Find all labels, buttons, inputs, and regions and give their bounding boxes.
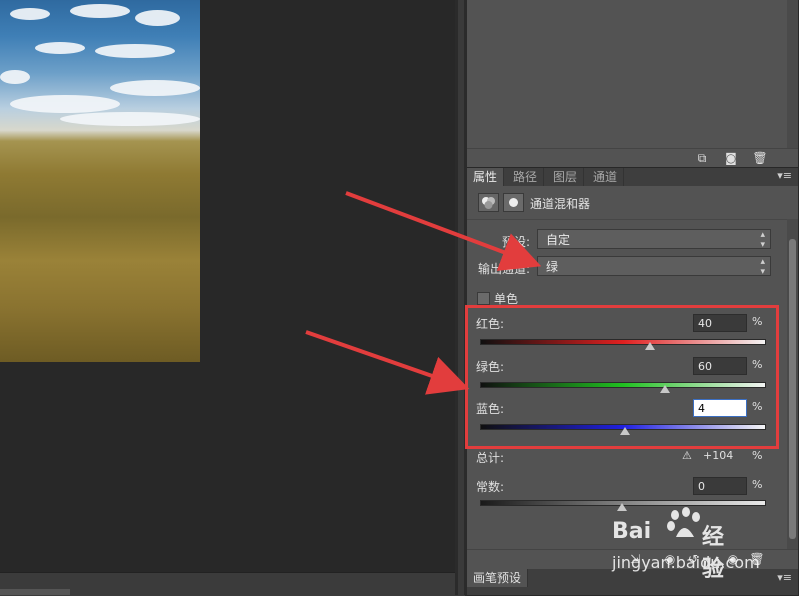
panel-divider [455,0,467,595]
total-unit: % [752,449,763,462]
preset-value: 自定 [546,233,571,247]
tab-brush-preset[interactable]: 画笔预设 [467,569,529,587]
tab-paths[interactable]: 路径 [507,168,545,186]
slider-label-1: 绿色: [476,360,505,374]
constant-label: 常数: [476,480,505,494]
output-channel-value: 绿 [546,260,559,274]
slider-value-input-2[interactable]: 4 [693,399,747,417]
slider-label-2: 蓝色: [476,402,505,416]
grassland-photo [0,0,200,362]
slider-unit-2: % [752,400,763,413]
warning-icon: ⚠ [682,449,692,462]
slider-track-0[interactable] [480,339,766,345]
constant-unit: % [752,478,763,491]
properties-panel: 属性 路径 图层 通道 ▾≡ 通道混和器 预设: 自定 ▴ ▾ 输出通道: 绿 ▴… [467,168,798,574]
new-adjustment-icon[interactable]: ⧉ [694,151,710,165]
updown-arrow-icon: ▴ ▾ [760,230,765,250]
slider-value-input-0[interactable]: 40 [693,314,747,332]
slider-track-1[interactable] [480,382,766,388]
slider-value-input-1[interactable]: 60 [693,357,747,375]
channels-panel: ⧉ ◙ 🗑 [467,0,798,167]
tab-channels[interactable]: 通道 [587,168,625,186]
slider-thumb-0[interactable] [645,342,656,350]
slider-unit-1: % [752,358,763,371]
constant-slider-thumb[interactable] [617,503,627,511]
preset-select[interactable]: 自定 ▴ ▾ [537,229,771,250]
adjustment-header: 通道混和器 [467,186,787,220]
panel-menu-icon[interactable]: ▾≡ [777,169,792,182]
monochrome-label: 单色 [494,292,519,306]
mask-icon[interactable] [503,193,524,212]
slider-label-0: 红色: [476,317,505,331]
panel-tabs: 属性 路径 图层 通道 ▾≡ [467,168,798,186]
output-channel-label: 输出通道: [478,262,531,276]
channels-footer: ⧉ ◙ 🗑 [467,148,798,167]
adjustment-title: 通道混和器 [530,197,591,211]
watermark-right: 经验 [702,525,725,582]
constant-input[interactable]: 0 [693,477,747,495]
slider-thumb-1[interactable] [659,385,670,393]
panel-menu-icon[interactable]: ▾≡ [777,571,792,584]
watermark-left: Bai [612,519,652,544]
camera-icon[interactable]: ◙ [723,151,739,165]
updown-arrow-icon: ▴ ▾ [760,257,765,277]
slider-thumb-2[interactable] [619,427,630,435]
tab-layers[interactable]: 图层 [547,168,585,186]
total-value: +104 [703,449,734,462]
monochrome-checkbox[interactable] [477,292,490,305]
paw-logo-icon [667,507,700,537]
document-canvas[interactable] [0,0,455,572]
channels-scrollbar[interactable] [787,0,798,150]
properties-scrollbar[interactable] [787,219,798,552]
total-label: 总计: [476,451,505,465]
horizontal-scrollbar[interactable] [0,589,70,595]
watermark-url: jingyan.baidu.com [612,553,760,572]
tab-properties[interactable]: 属性 [467,168,505,186]
output-channel-select[interactable]: 绿 ▴ ▾ [537,256,771,277]
channel-mixer-icon[interactable] [478,193,499,212]
slider-unit-0: % [752,315,763,328]
trash-icon[interactable]: 🗑 [752,151,768,165]
preset-label: 预设: [502,235,531,249]
brush-preset-panel: 画笔预设 ▾≡ [467,569,798,595]
